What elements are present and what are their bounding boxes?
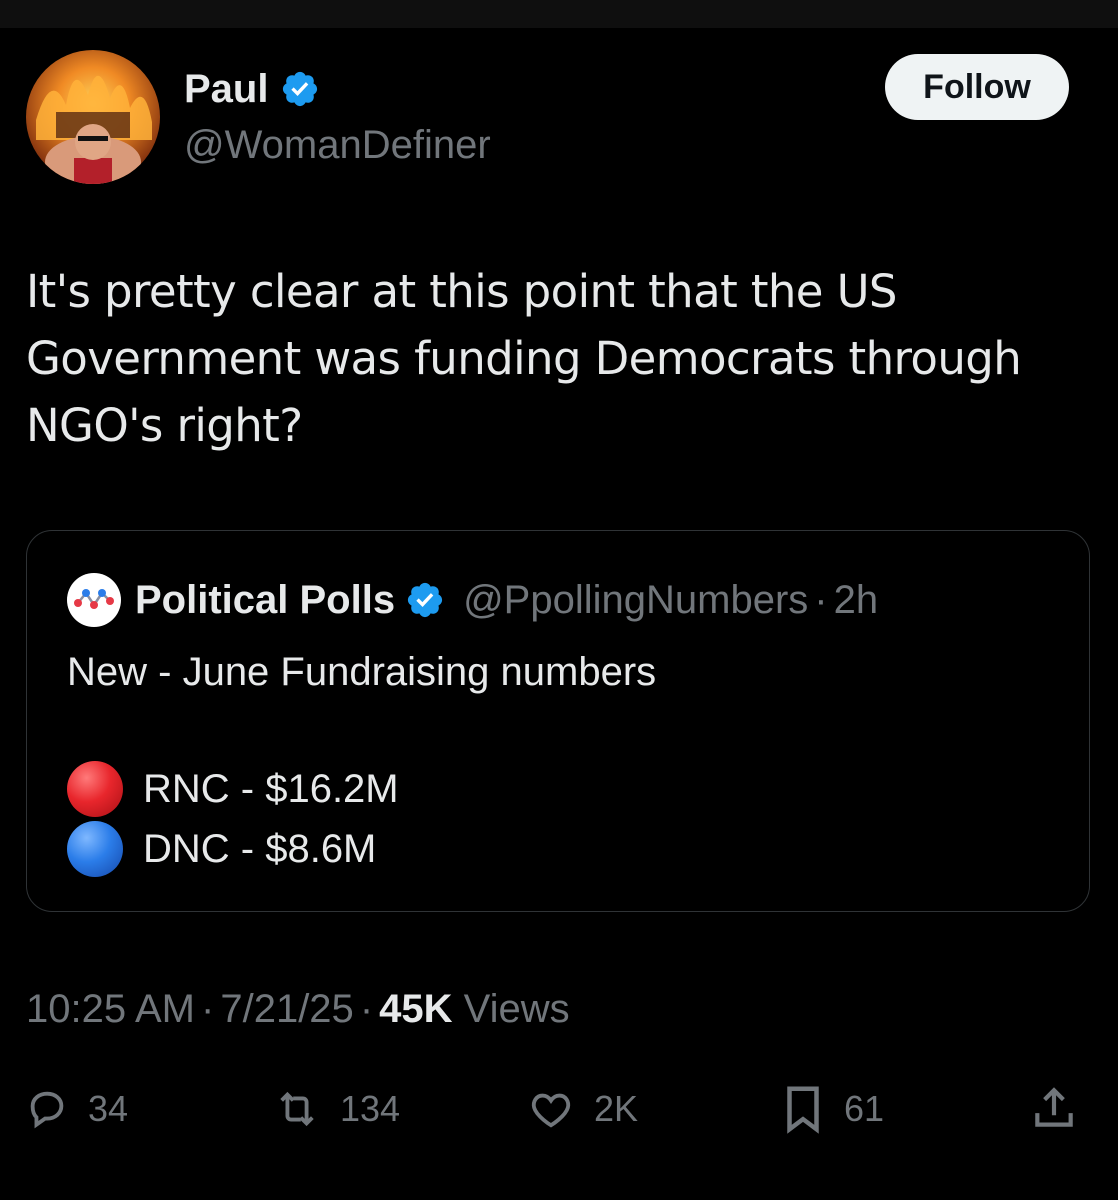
repost-button[interactable]: 134 [272, 1082, 400, 1136]
reply-count: 34 [88, 1088, 129, 1129]
like-button[interactable]: 2K [526, 1082, 638, 1136]
bookmark-icon [787, 1086, 819, 1134]
follow-button[interactable]: Follow [885, 54, 1069, 120]
blue-circle-icon [67, 821, 123, 877]
rnc-value: RNC - $16.2M [143, 767, 399, 811]
views-count[interactable]: 45K [379, 987, 452, 1031]
reply-button[interactable]: 34 [24, 1082, 128, 1136]
author-name[interactable]: Paul [184, 66, 268, 112]
quote-avatar[interactable] [67, 573, 121, 627]
reply-icon [30, 1091, 64, 1129]
author-avatar[interactable] [26, 50, 160, 184]
quote-header: Political Polls @PpollingNumbers · 2h [67, 573, 879, 627]
like-count: 2K [594, 1088, 639, 1129]
share-icon [1035, 1087, 1073, 1127]
separator-dot: · [201, 987, 215, 1031]
quote-text-line-rnc: RNC - $16.2M [67, 761, 399, 817]
tweet-time[interactable]: 10:25 AM [26, 987, 195, 1031]
repost-count: 134 [340, 1088, 401, 1129]
dnc-value: DNC - $8.6M [143, 827, 377, 871]
repost-icon [280, 1091, 314, 1127]
tweet-text: It's pretty clear at this point that the… [26, 265, 1022, 452]
verified-badge-icon [283, 71, 318, 107]
share-button[interactable] [1028, 1082, 1080, 1136]
separator-dot: · [814, 577, 828, 622]
separator-dot: · [359, 987, 374, 1031]
author-handle[interactable]: @WomanDefiner [184, 122, 491, 168]
views-label: Views [463, 987, 570, 1031]
top-strip [0, 0, 1118, 28]
verified-badge-icon [407, 582, 443, 618]
quote-timestamp[interactable]: 2h [834, 578, 879, 623]
quote-tweet-card[interactable]: Political Polls @PpollingNumbers · 2h Ne… [26, 530, 1090, 912]
quote-text-line-dnc: DNC - $8.6M [67, 821, 376, 877]
bookmark-button[interactable]: 61 [780, 1082, 884, 1136]
author-name-row[interactable]: Paul [184, 66, 320, 112]
bookmark-count: 61 [844, 1088, 885, 1129]
red-circle-icon [67, 761, 123, 817]
quote-author-handle[interactable]: @PpollingNumbers [463, 578, 808, 623]
quote-text-line: New - June Fundraising numbers [67, 650, 657, 694]
polls-logo-icon [74, 589, 114, 609]
tweet-date[interactable]: 7/21/25 [220, 987, 353, 1031]
quote-author-name[interactable]: Political Polls [135, 578, 395, 623]
heart-icon [531, 1093, 571, 1128]
tweet-meta: 10:25 AM · 7/21/25 · 45K Views [26, 986, 570, 1032]
